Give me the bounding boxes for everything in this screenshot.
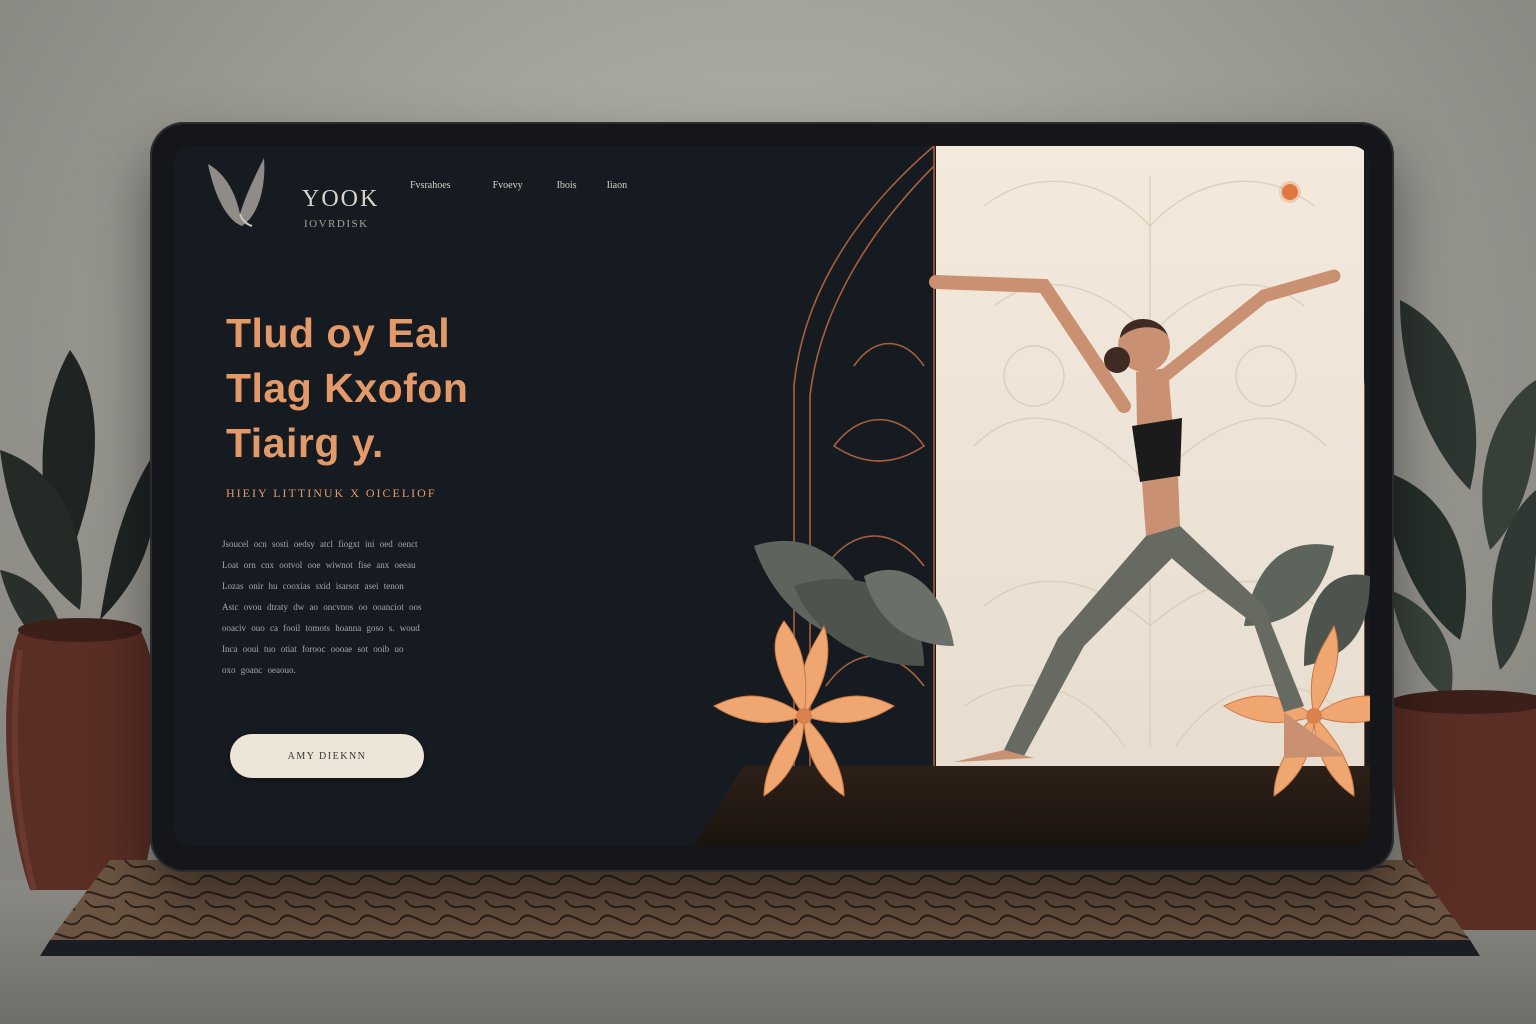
website-screen: YOOK IOVRDISK Fvsrahoes Fvoevy Ibois Iia… bbox=[174, 146, 1370, 846]
brand-logo[interactable]: YOOK IOVRDISK bbox=[206, 154, 396, 234]
cta-button[interactable]: AMY DIEKNN bbox=[230, 734, 424, 778]
hero-subheadline: HIEIY LITTINUK X OICELIOF bbox=[226, 486, 437, 500]
headline-line-1: Tlud oy Eal bbox=[226, 310, 451, 356]
brand-tagline: IOVRDISK bbox=[304, 218, 369, 230]
hero-headline: Tlud oy Eal Tlag Kxofon Tiairg y. bbox=[226, 306, 586, 471]
nav-item-3[interactable]: Ibois bbox=[557, 180, 577, 191]
nav-item-2[interactable]: Fvoevy bbox=[493, 180, 523, 191]
body-line: Astc ovou dtraty dw ao oncvnos oo ooanci… bbox=[222, 602, 422, 612]
main-nav: Fvsrahoes Fvoevy Ibois Iiaon bbox=[410, 180, 627, 191]
hero-body-text: Jsoucel ocn sosti oedsy atcl fiogxt ini … bbox=[222, 534, 512, 681]
nav-item-1[interactable]: Fvsrahoes bbox=[410, 180, 451, 191]
body-line: Jsoucel ocn sosti oedsy atcl fiogxt ini … bbox=[222, 539, 418, 549]
plant-right-image bbox=[1380, 300, 1536, 930]
headline-line-3: Tiairg y. bbox=[226, 420, 384, 466]
dove-logo-icon bbox=[208, 158, 265, 227]
headline-line-2: Tlag Kxofon bbox=[226, 365, 469, 411]
device-stand-image bbox=[40, 860, 1480, 956]
plant-left-image bbox=[0, 350, 159, 891]
nav-item-4[interactable]: Iiaon bbox=[607, 180, 628, 191]
brand-name: YOOK bbox=[302, 186, 380, 212]
menu-dot-icon[interactable] bbox=[1282, 184, 1298, 200]
body-line: Loat orn cnx ootvol ooe wiwnot fise anx … bbox=[222, 560, 416, 570]
body-line: oxo goanc oeaouo. bbox=[222, 665, 296, 675]
body-line: Inca ooui tuo otiat forooc oooae sot ooi… bbox=[222, 644, 404, 654]
body-line: ooaciv ouo ca fooil tomots hoanna goso s… bbox=[222, 623, 420, 633]
hero-illustration bbox=[694, 146, 1370, 846]
body-line: Lozas onir hu cooxias sxid isarsot asei … bbox=[222, 581, 404, 591]
